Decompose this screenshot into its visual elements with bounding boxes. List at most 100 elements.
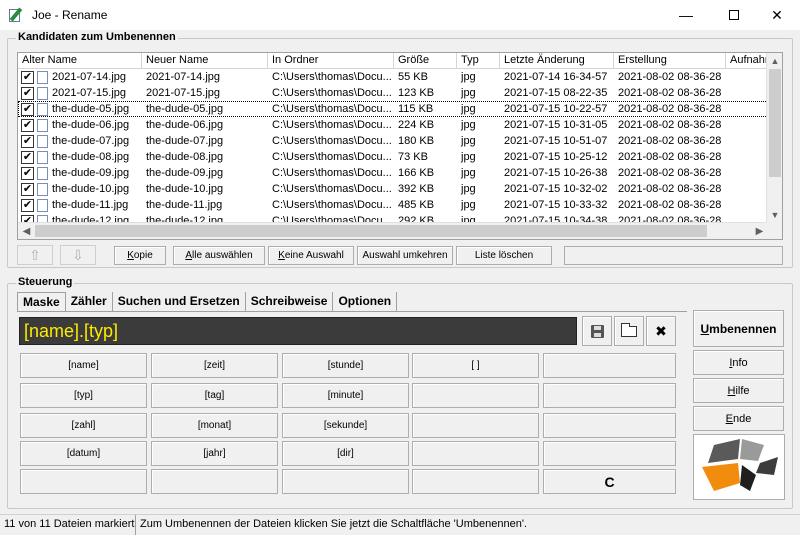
row-checkbox[interactable]: ✔ (21, 118, 34, 132)
placeholder-second[interactable]: [sekunde] (282, 413, 409, 438)
old-name-text: the-dude-07.jpg (52, 135, 130, 147)
new-name-cell: the-dude-09.jpg (146, 167, 224, 179)
clear-list-button[interactable]: Liste löschen (456, 246, 552, 265)
tab-search-replace[interactable]: Suchen und Ersetzen (113, 292, 246, 311)
col-folder[interactable]: In Ordner (268, 53, 394, 69)
placeholder-number[interactable]: [zahl] (20, 413, 147, 438)
col-modified[interactable]: Letzte Änderung (500, 53, 614, 69)
tab-case[interactable]: Schreibweise (246, 292, 334, 311)
table-row[interactable]: ✔ the-dude-05.jpg the-dude-05.jpg C:\Users\… (18, 101, 768, 117)
copy-button[interactable]: Kopie (114, 246, 166, 265)
invert-selection-button[interactable]: Auswahl umkehren (357, 246, 453, 265)
row-checkbox[interactable]: ✔ (21, 134, 34, 148)
folder-cell: C:\Users\thomas\Docu... (272, 103, 392, 115)
new-name-cell: 2021-07-15.jpg (146, 87, 221, 99)
help-button[interactable]: Hilfe (693, 378, 784, 403)
col-type[interactable]: Typ (457, 53, 500, 69)
created-cell: 2021-08-02 08-36-28 (618, 135, 722, 147)
new-name-cell: 2021-07-14.jpg (146, 71, 221, 83)
row-checkbox[interactable]: ✔ (21, 198, 34, 212)
col-size[interactable]: Größe (394, 53, 457, 69)
col-taken[interactable]: Aufnahme (726, 53, 768, 69)
col-new-name[interactable]: Neuer Name (142, 53, 268, 69)
maximize-button[interactable] (711, 0, 757, 30)
table-row[interactable]: ✔ the-dude-08.jpg the-dude-08.jpg C:\Users\… (18, 149, 768, 165)
taken-cell (726, 133, 768, 149)
scroll-down-icon[interactable]: ▼ (767, 207, 782, 223)
size-cell: 123 KB (398, 87, 435, 99)
old-name-text: 2021-07-15.jpg (52, 87, 127, 99)
status-count: 11 von 11 Dateien markiert (0, 515, 136, 535)
placeholder-hour[interactable]: [stunde] (282, 353, 409, 378)
row-checkbox[interactable]: ✔ (21, 150, 34, 164)
old-name-cell: ✔ 2021-07-14.jpg (18, 69, 142, 85)
info-button[interactable]: Info (693, 350, 784, 375)
col-created[interactable]: Erstellung (614, 53, 726, 69)
row-checkbox[interactable]: ✔ (21, 102, 34, 116)
col-old-name[interactable]: Alter Name (18, 53, 142, 69)
placeholder-empty[interactable] (412, 383, 539, 408)
placeholder-empty[interactable] (543, 441, 676, 466)
placeholder-empty[interactable] (20, 469, 147, 494)
table-row[interactable]: ✔ 2021-07-15.jpg 2021-07-15.jpg C:\Users\th… (18, 85, 768, 101)
placeholder-year[interactable]: [jahr] (151, 441, 278, 466)
row-checkbox[interactable]: ✔ (21, 166, 34, 180)
rename-button[interactable]: Umbenennen (693, 310, 784, 347)
placeholder-empty[interactable] (151, 469, 278, 494)
select-all-button[interactable]: Alle auswählen (173, 246, 265, 265)
row-checkbox[interactable]: ✔ (21, 182, 34, 196)
tab-counter[interactable]: Zähler (66, 292, 113, 311)
placeholder-month[interactable]: [monat] (151, 413, 278, 438)
move-down-button[interactable]: ⇩ (60, 245, 96, 265)
undo-placeholder-button[interactable]: C (543, 469, 676, 494)
close-button[interactable]: ✕ (754, 0, 800, 30)
old-name-text: the-dude-08.jpg (52, 151, 130, 163)
table-row[interactable]: ✔ the-dude-07.jpg the-dude-07.jpg C:\Users\… (18, 133, 768, 149)
placeholder-empty[interactable] (282, 469, 409, 494)
placeholder-name[interactable]: [name] (20, 353, 147, 378)
placeholder-type[interactable]: [typ] (20, 383, 147, 408)
tab-mask[interactable]: Maske (17, 292, 66, 311)
file-icon (37, 70, 48, 84)
save-mask-button[interactable] (582, 316, 612, 346)
type-cell: jpg (461, 167, 476, 179)
table-row[interactable]: ✔ the-dude-09.jpg the-dude-09.jpg C:\Users\… (18, 165, 768, 181)
placeholder-empty[interactable] (412, 469, 539, 494)
tab-options[interactable]: Optionen (333, 292, 398, 311)
vertical-scrollbar[interactable]: ▲ ▼ (766, 53, 782, 223)
minimize-button[interactable]: — (663, 0, 709, 30)
list-status-field (564, 246, 783, 265)
horizontal-scrollbar[interactable]: ◀ ▶ (18, 222, 768, 239)
table-row[interactable]: ✔ the-dude-06.jpg the-dude-06.jpg C:\Users\… (18, 117, 768, 133)
clear-mask-button[interactable]: ✖ (646, 316, 676, 346)
created-cell: 2021-08-02 08-36-28 (618, 103, 722, 115)
row-checkbox[interactable]: ✔ (21, 86, 34, 100)
placeholder-dir[interactable]: [dir] (282, 441, 409, 466)
mask-input[interactable]: [name].[typ] (19, 317, 577, 345)
folder-cell: C:\Users\thomas\Docu... (272, 119, 392, 131)
vertical-scroll-thumb[interactable] (769, 69, 781, 177)
horizontal-scroll-thumb[interactable] (35, 225, 707, 237)
move-up-button[interactable]: ⇧ (17, 245, 53, 265)
placeholder-minute[interactable]: [minute] (282, 383, 409, 408)
placeholder-space[interactable]: [ ] (412, 353, 539, 378)
placeholder-time[interactable]: [zeit] (151, 353, 278, 378)
end-button[interactable]: Ende (693, 406, 784, 431)
open-mask-button[interactable] (614, 316, 644, 346)
type-cell: jpg (461, 151, 476, 163)
placeholder-date[interactable]: [datum] (20, 441, 147, 466)
select-none-button[interactable]: Keine Auswahl (268, 246, 354, 265)
table-row[interactable]: ✔ the-dude-11.jpg the-dude-11.jpg C:\Users\… (18, 197, 768, 213)
table-row[interactable]: ✔ 2021-07-14.jpg 2021-07-14.jpg C:\Users\th… (18, 69, 768, 85)
scroll-up-icon[interactable]: ▲ (767, 53, 782, 69)
placeholder-empty[interactable] (543, 413, 676, 438)
row-checkbox[interactable]: ✔ (21, 70, 34, 84)
placeholder-empty[interactable] (543, 383, 676, 408)
created-cell: 2021-08-02 08-36-28 (618, 151, 722, 163)
placeholder-empty[interactable] (412, 441, 539, 466)
table-row[interactable]: ✔ the-dude-10.jpg the-dude-10.jpg C:\Users\… (18, 181, 768, 197)
scroll-left-icon[interactable]: ◀ (18, 223, 35, 239)
placeholder-empty[interactable] (543, 353, 676, 378)
placeholder-day[interactable]: [tag] (151, 383, 278, 408)
placeholder-empty[interactable] (412, 413, 539, 438)
